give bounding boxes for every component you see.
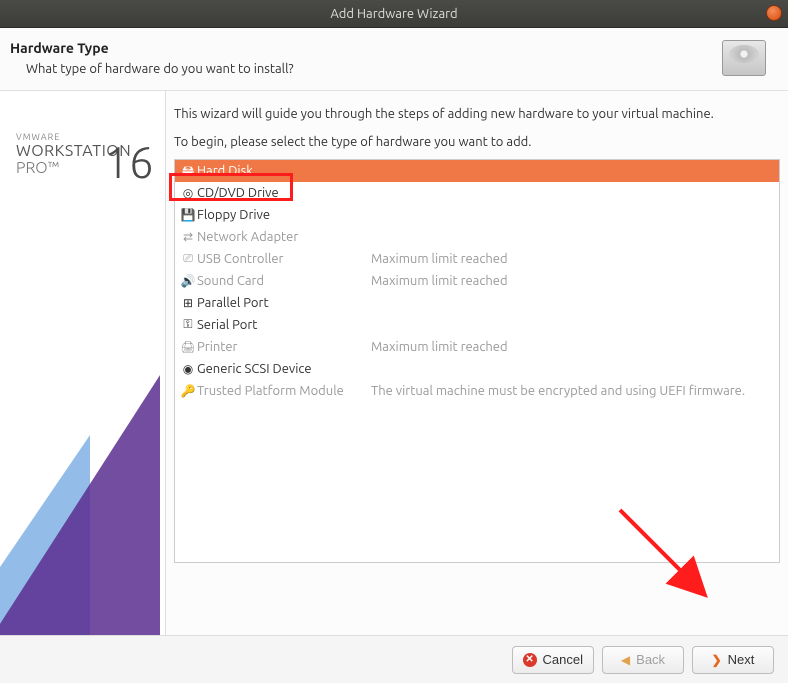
- hardware-item-scsi[interactable]: ◉Generic SCSI Device: [175, 358, 779, 380]
- wizard-header: Hardware Type What type of hardware do y…: [0, 28, 788, 91]
- hardware-item-label: Network Adapter: [197, 230, 371, 244]
- net-adapter-icon: ⇄: [179, 230, 197, 244]
- hardware-item-label: Generic SCSI Device: [197, 362, 371, 376]
- hardware-item-parallel[interactable]: ⊞Parallel Port: [175, 292, 779, 314]
- chevron-right-icon: ❯: [712, 653, 722, 667]
- hardware-item-net-adapter: ⇄Network Adapter: [175, 226, 779, 248]
- close-icon[interactable]: [766, 5, 782, 21]
- hardware-item-status: Maximum limit reached: [371, 252, 508, 266]
- hard-disk-icon: [722, 40, 766, 76]
- usb-icon: ⎚: [179, 252, 197, 266]
- header-title: Hardware Type: [10, 40, 722, 56]
- vmware-logo: VMWARE WORKSTATION PRO™ 16: [16, 133, 131, 178]
- header-subtitle: What type of hardware do you want to ins…: [26, 62, 722, 76]
- hardware-item-status: Maximum limit reached: [371, 340, 508, 354]
- intro-text-1: This wizard will guide you through the s…: [174, 107, 780, 121]
- hardware-item-serial[interactable]: ⚿Serial Port: [175, 314, 779, 336]
- hardware-item-printer: 🖨PrinterMaximum limit reached: [175, 336, 779, 358]
- wizard-sidebar: VMWARE WORKSTATION PRO™ 16: [0, 91, 166, 635]
- cancel-button[interactable]: ✕ Cancel: [512, 646, 594, 674]
- hardware-type-list[interactable]: 🖴Hard Disk◎CD/DVD Drive💾Floppy Drive⇄Net…: [174, 159, 780, 563]
- back-button: ◀ Back: [602, 646, 684, 674]
- hardware-item-label: CD/DVD Drive: [197, 186, 371, 200]
- hardware-item-usb: ⎚USB ControllerMaximum limit reached: [175, 248, 779, 270]
- hard-disk-icon: 🖴: [179, 161, 197, 182]
- window-title: Add Hardware Wizard: [330, 7, 457, 21]
- next-button[interactable]: ❯ Next: [692, 646, 774, 674]
- hardware-item-label: Serial Port: [197, 318, 371, 332]
- titlebar: Add Hardware Wizard: [0, 0, 788, 28]
- serial-icon: ⚿: [179, 318, 197, 332]
- scsi-icon: ◉: [179, 362, 197, 376]
- hardware-item-cd-dvd[interactable]: ◎CD/DVD Drive: [175, 182, 779, 204]
- hardware-item-label: USB Controller: [197, 252, 371, 266]
- hardware-item-label: Printer: [197, 340, 371, 354]
- hardware-item-tpm: 🔑Trusted Platform ModuleThe virtual mach…: [175, 380, 779, 402]
- hardware-item-label: Hard Disk: [197, 164, 371, 178]
- sound-icon: 🔊: [179, 274, 197, 288]
- wizard-main: This wizard will guide you through the s…: [166, 91, 788, 635]
- floppy-icon: 💾: [179, 208, 197, 222]
- wizard-footer: ✕ Cancel ◀ Back ❯ Next: [0, 635, 788, 683]
- hardware-item-status: The virtual machine must be encrypted an…: [371, 384, 745, 398]
- hardware-item-label: Sound Card: [197, 274, 371, 288]
- printer-icon: 🖨: [179, 340, 197, 354]
- intro-text-2: To begin, please select the type of hard…: [174, 135, 780, 149]
- hardware-item-hard-disk[interactable]: 🖴Hard Disk: [175, 160, 779, 182]
- chevron-left-icon: ◀: [621, 653, 630, 667]
- hardware-item-label: Trusted Platform Module: [197, 384, 371, 398]
- hardware-item-label: Parallel Port: [197, 296, 371, 310]
- tpm-icon: 🔑: [179, 384, 197, 398]
- hardware-item-label: Floppy Drive: [197, 208, 371, 222]
- hardware-item-status: Maximum limit reached: [371, 274, 508, 288]
- cd-dvd-icon: ◎: [179, 186, 197, 200]
- parallel-icon: ⊞: [179, 296, 197, 310]
- hardware-item-floppy[interactable]: 💾Floppy Drive: [175, 204, 779, 226]
- hardware-item-sound: 🔊Sound CardMaximum limit reached: [175, 270, 779, 292]
- cancel-icon: ✕: [523, 653, 537, 667]
